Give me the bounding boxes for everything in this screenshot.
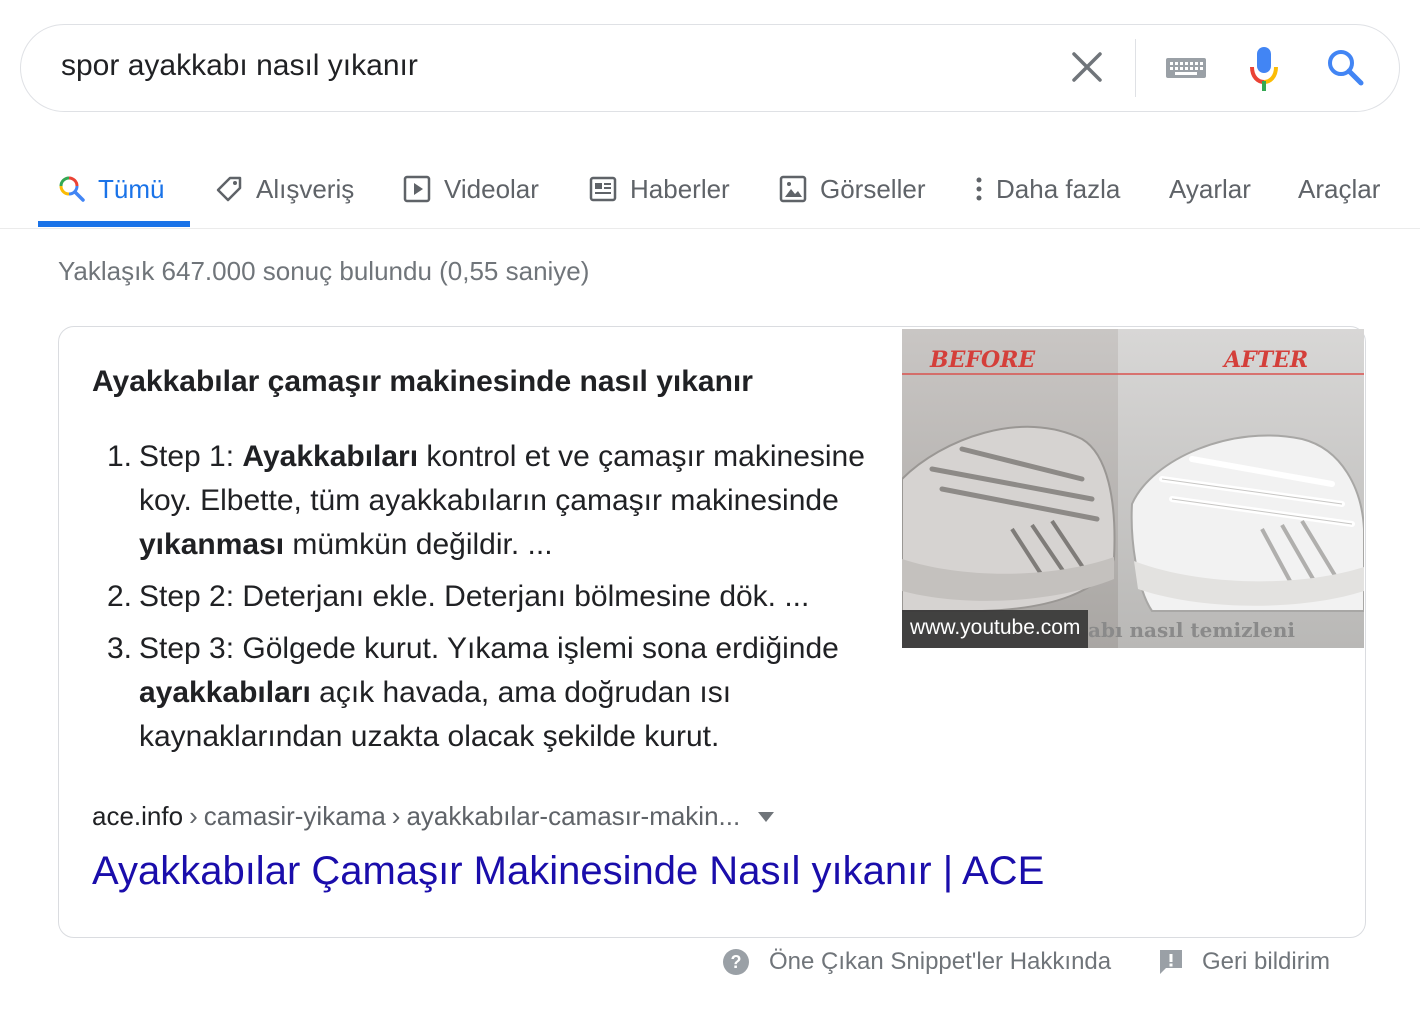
breadcrumb-part: camasir-yikama [203,801,386,831]
breadcrumb-site: ace.info [92,801,184,831]
step-number: 2. [106,580,132,613]
tab-videos[interactable]: Videolar [402,164,539,214]
snippet-title: Ayakkabılar çamaşır makinesinde nasıl yı… [92,365,753,398]
list-item: 1. Step 1: Ayakkabıları kontrol et ve ça… [92,435,892,567]
search-icon [1328,50,1364,86]
result-stats: Yaklaşık 647.000 sonuç bulundu (0,55 san… [58,256,590,286]
featured-snippet: Ayakkabılar çamaşır makinesinde nasıl yı… [58,326,1366,938]
tab-all[interactable]: Tümü [58,164,164,214]
tab-label: Alışveriş [256,173,355,204]
close-icon [1072,52,1102,82]
tab-label: Videolar [444,173,539,204]
search-tabs: Tümü Alışveriş Videolar Haberler Görsell… [0,150,1420,229]
sneaker-before-after-image: BEFORE AFTER abı nasıl temizleni [902,329,1364,648]
search-button[interactable] [1325,47,1365,87]
play-icon [402,174,432,204]
keyboard-icon [1166,58,1206,78]
result-title-link[interactable]: Ayakkabılar Çamaşır Makinesinde Nasıl yı… [92,849,1044,894]
video-caption-fragment: abı nasıl temizleni [1088,618,1295,642]
search-input[interactable]: spor ayakkabı nasıl yıkanır [61,49,418,83]
more-vert-icon [974,174,984,204]
tab-label: Araçlar [1298,173,1381,204]
active-tab-indicator [38,221,190,227]
step-text: Step 1: Ayakkabıları kontrol et ve çamaş… [139,440,865,561]
mic-icon [1250,47,1278,91]
breadcrumb-separator: › [189,801,198,831]
help-icon: ? [721,947,751,977]
list-item: 3. Step 3: Gölgede kurut. Yıkama işlemi … [92,627,892,759]
tab-more[interactable]: Daha fazla [974,164,1120,214]
search-divider [1135,39,1136,97]
search-icon [58,175,86,203]
tab-label: Tümü [98,173,165,204]
tab-settings[interactable]: Ayarlar [1169,164,1251,214]
tab-tools[interactable]: Araçlar [1298,164,1380,214]
tag-icon [214,174,244,204]
after-label: AFTER [1222,347,1308,373]
svg-text:?: ? [731,952,742,972]
tab-shopping[interactable]: Alışveriş [214,164,354,214]
voice-search-button[interactable] [1249,45,1279,93]
step-number: 1. [106,440,132,473]
tab-label: Ayarlar [1169,173,1251,204]
news-icon [588,174,618,204]
tab-label: Görseller [820,173,926,204]
step-text: Step 3: Gölgede kurut. Yıkama işlemi son… [139,632,839,753]
snippet-steps: 1. Step 1: Ayakkabıları kontrol et ve ça… [92,435,892,767]
about-snippets-label: Öne Çıkan Snippet'ler Hakkında [769,948,1112,975]
feedback-label: Geri bildirim [1202,948,1331,975]
tab-label: Haberler [630,173,730,204]
breadcrumb-separator: › [391,801,401,831]
breadcrumb: ace.info › camasir-yikama › ayakkabılar-… [92,801,775,832]
breadcrumb-part: ayakkabılar-camasır-makin... [406,801,741,831]
step-text: Step 2: Deterjanı ekle. Deterjanı bölmes… [139,580,810,613]
image-icon [778,174,808,204]
image-source-overlay: www.youtube.com [902,610,1088,648]
tab-label: Daha fazla [996,173,1121,204]
step-number: 3. [106,632,132,665]
tab-news[interactable]: Haberler [588,164,730,214]
about-snippets-link[interactable]: ? Öne Çıkan Snippet'ler Hakkında [721,946,1111,978]
image-source: www.youtube.com [910,616,1081,639]
result-menu-arrow-icon[interactable] [758,811,775,822]
snippet-thumbnail[interactable]: BEFORE AFTER abı nasıl temizleni www.you… [902,329,1364,648]
before-label: BEFORE [929,347,1036,373]
clear-search-button[interactable] [1067,47,1107,87]
tab-images[interactable]: Görseller [778,164,925,214]
feedback-link[interactable]: Geri bildirim [1158,946,1330,978]
search-box[interactable]: spor ayakkabı nasıl yıkanır [20,24,1400,112]
list-item: 2. Step 2: Deterjanı ekle. Deterjanı böl… [92,575,892,619]
keyboard-button[interactable] [1165,53,1207,83]
feedback-icon [1158,948,1184,976]
